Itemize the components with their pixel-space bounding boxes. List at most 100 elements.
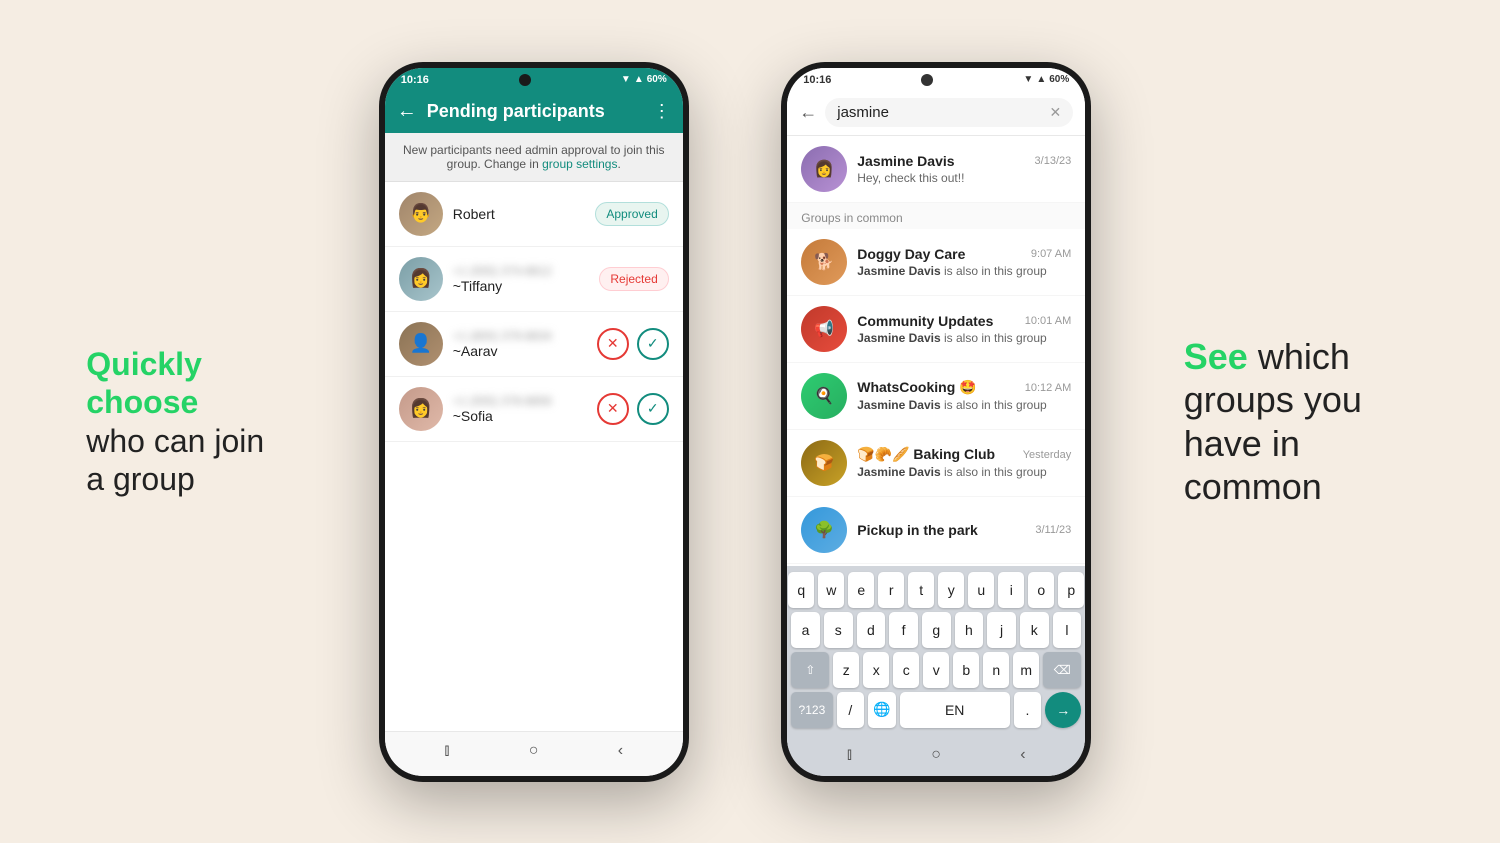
left-text-block: Quickly choose who can join a group <box>86 345 286 499</box>
key-g[interactable]: g <box>922 612 951 648</box>
accept-button-sofia[interactable]: ✓ <box>637 393 669 425</box>
chat-item-jasmine[interactable]: 👩 Jasmine Davis 3/13/23 Hey, check this … <box>787 136 1085 203</box>
key-send[interactable]: → <box>1045 692 1081 728</box>
nav-back[interactable]: ‹ <box>618 742 623 760</box>
key-backspace[interactable]: ⌫ <box>1043 652 1081 688</box>
chat-name-jasmine: Jasmine Davis <box>857 153 954 169</box>
key-o[interactable]: o <box>1028 572 1054 608</box>
app-bar-title-1: Pending participants <box>427 101 643 122</box>
participant-robert: 👨 Robert Approved <box>385 182 683 247</box>
key-language[interactable]: EN <box>900 692 1010 728</box>
avatar-pickup-icon: 🌳 <box>814 520 834 540</box>
chat-header-baking: 🍞🥐🥖 Baking Club Yesterday <box>857 446 1071 463</box>
key-q[interactable]: q <box>788 572 814 608</box>
chat-name-baking: 🍞🥐🥖 Baking Club <box>857 446 995 463</box>
chat-preview-jasmine: Hey, check this out!! <box>857 171 1071 185</box>
key-e[interactable]: e <box>848 572 874 608</box>
keyboard-row-4: ?123 / 🌐 EN . → <box>791 692 1081 728</box>
search-bar: ← jasmine ✕ <box>787 90 1085 136</box>
key-a[interactable]: a <box>791 612 820 648</box>
nav-back-2[interactable]: ‹ <box>1020 746 1025 764</box>
avatar-community: 📢 <box>801 306 847 352</box>
key-slash[interactable]: / <box>837 692 865 728</box>
avatar-jasmine-icon: 👩 <box>814 159 834 179</box>
key-shift[interactable]: ⇧ <box>791 652 829 688</box>
wifi-icon-2: ▼ <box>1023 74 1033 85</box>
key-d[interactable]: d <box>857 612 886 648</box>
key-j[interactable]: j <box>987 612 1016 648</box>
chat-item-community[interactable]: 📢 Community Updates 10:01 AM Jasmine Dav… <box>787 296 1085 363</box>
participant-info-robert: Robert <box>453 206 586 222</box>
battery-2: 60% <box>1049 74 1069 85</box>
chat-item-doggy[interactable]: 🐕 Doggy Day Care 9:07 AM Jasmine Davis i… <box>787 229 1085 296</box>
avatar-baking-icon: 🍞 <box>814 453 834 473</box>
wifi-icon: ▼ <box>621 74 631 85</box>
key-numbers[interactable]: ?123 <box>791 692 832 728</box>
preview-rest-doggy: is also in this group <box>944 264 1047 278</box>
avatar-community-icon: 📢 <box>814 319 834 339</box>
action-icons-aarav: ✕ ✓ <box>597 328 669 360</box>
key-u[interactable]: u <box>968 572 994 608</box>
avatar-robert-icon: 👨 <box>410 203 432 224</box>
key-t[interactable]: t <box>908 572 934 608</box>
chat-preview-whats: Jasmine Davis is also in this group <box>857 398 1071 412</box>
chat-item-baking[interactable]: 🍞 🍞🥐🥖 Baking Club Yesterday Jasmine Davi… <box>787 430 1085 497</box>
search-clear-button[interactable]: ✕ <box>1050 104 1062 121</box>
participant-info-aarav: +1 (800) 379-8834 ~Aarav <box>453 329 587 359</box>
avatar-whats-icon: 🍳 <box>814 386 834 406</box>
key-s[interactable]: s <box>824 612 853 648</box>
key-l[interactable]: l <box>1053 612 1082 648</box>
participant-name-sofia: ~Sofia <box>453 408 587 424</box>
menu-dots-1[interactable]: ⋮ <box>653 101 671 122</box>
key-period[interactable]: . <box>1014 692 1042 728</box>
participant-number-aarav: +1 (800) 379-8834 <box>453 329 587 343</box>
chat-time-jasmine: 3/13/23 <box>1035 155 1072 167</box>
chat-preview-doggy: Jasmine Davis is also in this group <box>857 264 1071 278</box>
key-w[interactable]: w <box>818 572 844 608</box>
key-x[interactable]: x <box>863 652 889 688</box>
nav-recent-apps-2[interactable]: ⫾ <box>847 746 852 764</box>
key-v[interactable]: v <box>923 652 949 688</box>
status-bar-1: 10:16 ▼ ▲ 60% <box>385 68 683 90</box>
phone-bottom-1: ⫾ ○ ‹ <box>385 731 683 776</box>
left-highlight: Quickly choose <box>86 346 202 420</box>
chat-time-community: 10:01 AM <box>1025 315 1071 327</box>
key-n[interactable]: n <box>983 652 1009 688</box>
key-f[interactable]: f <box>889 612 918 648</box>
key-m[interactable]: m <box>1013 652 1039 688</box>
avatar-jasmine: 👩 <box>801 146 847 192</box>
key-r[interactable]: r <box>878 572 904 608</box>
left-rest: who can join a group <box>86 423 264 497</box>
avatar-baking: 🍞 <box>801 440 847 486</box>
nav-recent-apps[interactable]: ⫾ <box>444 742 449 760</box>
key-c[interactable]: c <box>893 652 919 688</box>
accept-button-aarav[interactable]: ✓ <box>637 328 669 360</box>
key-k[interactable]: k <box>1020 612 1049 648</box>
search-value[interactable]: jasmine <box>837 104 1049 121</box>
reject-button-aarav[interactable]: ✕ <box>597 328 629 360</box>
preview-rest-baking: is also in this group <box>944 465 1047 479</box>
key-globe[interactable]: 🌐 <box>868 692 896 728</box>
key-h[interactable]: h <box>955 612 984 648</box>
reject-button-sofia[interactable]: ✕ <box>597 393 629 425</box>
nav-home[interactable]: ○ <box>529 742 539 760</box>
avatar-tiffany-icon: 👩 <box>410 268 432 289</box>
search-back-button[interactable]: ← <box>799 102 817 123</box>
group-settings-link[interactable]: group settings <box>542 157 617 171</box>
avatar-tiffany: 👩 <box>399 257 443 301</box>
key-i[interactable]: i <box>998 572 1024 608</box>
status-time-1: 10:16 <box>401 74 429 86</box>
nav-home-2[interactable]: ○ <box>931 746 941 764</box>
key-b[interactable]: b <box>953 652 979 688</box>
chat-header-whats: WhatsCooking 🤩 10:12 AM <box>857 379 1071 396</box>
chat-item-whats[interactable]: 🍳 WhatsCooking 🤩 10:12 AM Jasmine Davis … <box>787 363 1085 430</box>
chat-item-pickup[interactable]: 🌳 Pickup in the park 3/11/23 <box>787 497 1085 564</box>
avatar-doggy-icon: 🐕 <box>814 252 834 272</box>
status-bar-right-2: ▼ ▲ 60% <box>1023 74 1069 85</box>
back-button-1[interactable]: ← <box>397 100 417 123</box>
key-p[interactable]: p <box>1058 572 1084 608</box>
keyboard-row-3: ⇧ z x c v b n m ⌫ <box>791 652 1081 688</box>
preview-bold-doggy: Jasmine Davis <box>857 264 940 278</box>
key-y[interactable]: y <box>938 572 964 608</box>
key-z[interactable]: z <box>833 652 859 688</box>
